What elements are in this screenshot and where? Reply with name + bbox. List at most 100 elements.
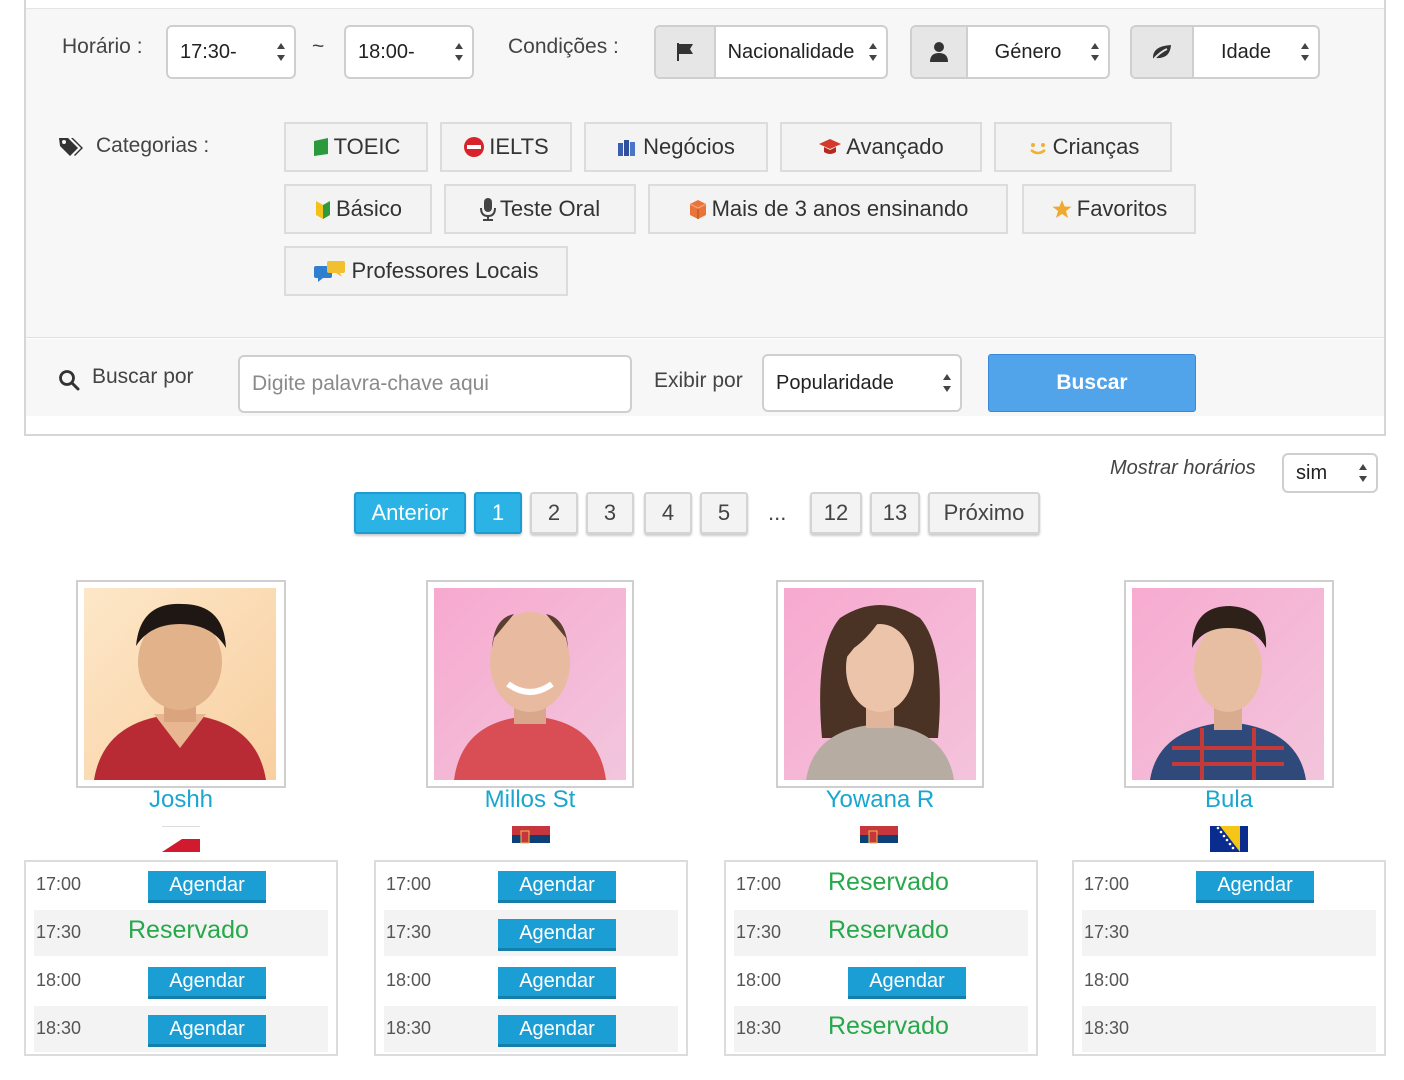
filter-panel: Horário : 17:30- ~ 18:00- Condições : Na… <box>24 0 1386 436</box>
slot-time: 17:00 <box>736 874 782 894</box>
teacher-photo[interactable] <box>426 580 634 788</box>
time-to-select[interactable]: 18:00- <box>344 25 474 79</box>
bosnia-flag-icon <box>1210 826 1248 852</box>
slot-time: 17:30 <box>1084 922 1130 942</box>
category-favoritos[interactable]: Favoritos <box>1022 184 1196 234</box>
page-3-button[interactable]: 3 <box>586 492 634 534</box>
book-button[interactable]: Agendar <box>1196 871 1314 903</box>
slot-time: 18:00 <box>736 970 782 990</box>
prev-page-button[interactable]: Anterior <box>354 492 466 534</box>
keyword-input[interactable] <box>238 355 632 413</box>
serbia-flag-icon <box>512 826 550 852</box>
page-1-button[interactable]: 1 <box>474 492 522 534</box>
user-icon <box>912 27 968 77</box>
book-button[interactable]: Agendar <box>148 1015 266 1047</box>
book-button[interactable]: Agendar <box>148 967 266 999</box>
condicoes-label: Condições : <box>508 35 619 58</box>
page-4-button[interactable]: 4 <box>644 492 692 534</box>
sort-value: Popularidade <box>776 371 894 394</box>
category-mais-de-3-anos[interactable]: Mais de 3 anos ensinando <box>648 184 1008 234</box>
mostrar-horarios-label: Mostrar horários <box>1110 457 1256 479</box>
select-arrows-icon <box>1091 42 1100 62</box>
beginner-mark-icon <box>315 201 330 219</box>
book-button[interactable]: Agendar <box>498 919 616 951</box>
category-professores-locais[interactable]: Professores Locais <box>284 246 568 296</box>
category-criancas[interactable]: Crianças <box>994 122 1172 172</box>
category-label: Mais de 3 anos ensinando <box>711 196 969 221</box>
category-teste-oral[interactable]: Teste Oral <box>444 184 636 234</box>
teacher-name-link[interactable]: Yowana R <box>730 786 1030 814</box>
teacher-name-link[interactable]: Joshh <box>31 786 331 814</box>
teacher-name-link[interactable]: Millos St <box>380 786 680 814</box>
book-button[interactable]: Agendar <box>498 1015 616 1047</box>
teacher-portrait-icon <box>1132 588 1324 780</box>
search-button[interactable]: Buscar <box>988 354 1196 412</box>
book-button[interactable]: Agendar <box>848 967 966 999</box>
book-button[interactable]: Agendar <box>498 967 616 999</box>
schedule-slot: 18:30 <box>1082 1006 1376 1052</box>
teacher-name-link[interactable]: Bula <box>1079 786 1379 814</box>
mostrar-horarios-value: sim <box>1296 461 1328 484</box>
category-label: Negócios <box>643 134 735 159</box>
slot-time: 18:30 <box>36 1018 82 1038</box>
slot-time: 17:00 <box>386 874 432 894</box>
slot-time: 17:30 <box>386 922 432 942</box>
teacher-photo[interactable] <box>76 580 286 788</box>
reserved-label: Reservado <box>828 868 949 896</box>
teacher-portrait-icon <box>784 588 976 780</box>
category-basico[interactable]: Básico <box>284 184 432 234</box>
schedule-table: 17:00 Reservado 17:30 Reservado 18:00 Ag… <box>724 860 1038 1056</box>
category-toeic[interactable]: TOEIC <box>284 122 428 172</box>
time-from-select[interactable]: 17:30- <box>166 25 296 79</box>
slot-time: 18:30 <box>736 1018 782 1038</box>
page-5-button[interactable]: 5 <box>700 492 748 534</box>
slot-time: 18:30 <box>386 1018 432 1038</box>
next-page-button[interactable]: Próximo <box>928 492 1040 534</box>
category-avancado[interactable]: Avançado <box>780 122 982 172</box>
select-arrows-icon <box>455 42 464 62</box>
tilde-separator: ~ <box>312 35 325 58</box>
schedule-table: 17:00 Agendar 17:30 18:00 18:30 <box>1072 860 1386 1056</box>
graduation-cap-icon <box>819 139 842 154</box>
category-label: Favoritos <box>1076 196 1168 221</box>
select-arrows-icon <box>1301 42 1310 62</box>
tags-icon <box>58 136 84 163</box>
schedule-slot: 17:00 Agendar <box>1082 862 1376 908</box>
flag-icon <box>656 27 716 77</box>
age-select[interactable]: Idade <box>1130 25 1320 79</box>
slot-time: 17:30 <box>36 922 82 942</box>
star-icon <box>1052 200 1072 218</box>
search-icon <box>58 369 80 396</box>
nationality-select[interactable]: Nacionalidade <box>654 25 888 79</box>
mostrar-horarios-select[interactable]: sim <box>1282 453 1378 493</box>
box-icon <box>689 200 706 219</box>
microphone-icon <box>479 198 496 221</box>
category-negocios[interactable]: Negócios <box>584 122 768 172</box>
teacher-photo[interactable] <box>1124 580 1334 788</box>
schedule-table: 17:00 Agendar 17:30 Agendar 18:00 Agenda… <box>374 860 688 1056</box>
page-12-button[interactable]: 12 <box>810 492 862 534</box>
slot-time: 18:00 <box>36 970 82 990</box>
category-label: Avançado <box>846 134 944 159</box>
sort-select[interactable]: Popularidade <box>762 354 962 412</box>
schedule-slot: 17:00 Agendar <box>34 862 328 908</box>
category-ielts[interactable]: IELTS <box>440 122 572 172</box>
schedule-slot: 17:30 Reservado <box>34 910 328 956</box>
category-label: TOEIC <box>333 134 401 159</box>
categories-row: Categorias : TOEIC IELTS Negócios Avança… <box>26 96 1384 338</box>
book-button[interactable]: Agendar <box>498 871 616 903</box>
gender-value: Género <box>994 40 1062 63</box>
page-2-button[interactable]: 2 <box>530 492 578 534</box>
select-arrows-icon <box>1359 463 1368 483</box>
serbia-flag-icon <box>860 826 898 852</box>
book-button[interactable]: Agendar <box>148 871 266 903</box>
gender-select[interactable]: Género <box>910 25 1110 79</box>
smiley-icon <box>1029 143 1046 155</box>
page-13-button[interactable]: 13 <box>870 492 920 534</box>
teacher-portrait-icon <box>434 588 626 780</box>
pagination-ellipsis: ... <box>768 500 787 525</box>
time-conditions-row: Horário : 17:30- ~ 18:00- Condições : Na… <box>26 8 1384 96</box>
slot-time: 18:00 <box>386 970 432 990</box>
reserved-label: Reservado <box>828 1012 949 1040</box>
teacher-photo[interactable] <box>776 580 984 788</box>
